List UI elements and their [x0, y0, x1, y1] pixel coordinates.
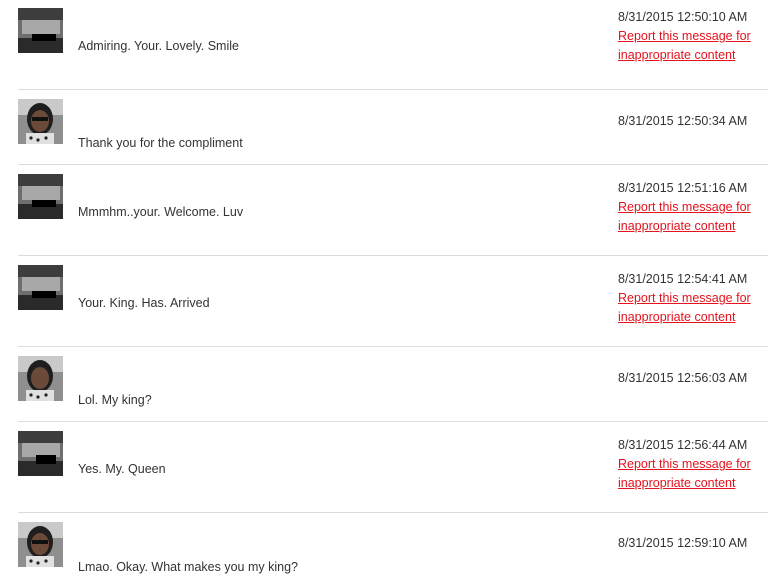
message-text: Mmmhm..your. Welcome. Luv: [78, 205, 244, 219]
message-item: Admiring. Your. Lovely. Smile 8/31/2015 …: [18, 8, 768, 90]
avatar-woman-with-glasses-photo[interactable]: [18, 356, 63, 401]
message-timestamp: 8/31/2015 12:50:10 AM: [618, 10, 748, 24]
report-message-link[interactable]: Report this message for inappropriate co…: [618, 27, 768, 65]
avatar-woman-with-glasses-photo[interactable]: [18, 99, 63, 144]
avatar-woman-with-glasses-photo[interactable]: [18, 522, 63, 567]
message-timestamp: 8/31/2015 12:51:16 AM: [618, 181, 748, 195]
report-message-link[interactable]: Report this message for inappropriate co…: [618, 455, 768, 493]
message-text: Thank you for the compliment: [78, 136, 243, 150]
car-interior-photo-icon: [18, 8, 63, 53]
message-timestamp: 8/31/2015 12:56:44 AM: [618, 438, 748, 452]
message-text: Yes. My. Queen: [78, 462, 166, 476]
message-timestamp: 8/31/2015 12:50:34 AM: [618, 114, 748, 128]
message-text: Lmao. Okay. What makes you my king?: [78, 560, 298, 574]
message-text: Lol. My king?: [78, 393, 152, 407]
message-meta: 8/31/2015 12:50:10 AM Report this messag…: [618, 8, 768, 65]
message-item: Lmao. Okay. What makes you my king? 8/31…: [18, 522, 768, 582]
message-item: Mmmhm..your. Welcome. Luv 8/31/2015 12:5…: [18, 174, 768, 256]
message-timestamp: 8/31/2015 12:59:10 AM: [618, 536, 748, 550]
message-meta: 8/31/2015 12:56:44 AM Report this messag…: [618, 436, 768, 493]
message-text: Admiring. Your. Lovely. Smile: [78, 39, 239, 53]
message-text: Your. King. Has. Arrived: [78, 296, 210, 310]
message-timestamp: 8/31/2015 12:54:41 AM: [618, 272, 748, 286]
avatar-car-interior-photo[interactable]: [18, 8, 63, 53]
message-item: Your. King. Has. Arrived 8/31/2015 12:54…: [18, 265, 768, 347]
message-item: Thank you for the compliment 8/31/2015 1…: [18, 99, 768, 165]
message-timestamp: 8/31/2015 12:56:03 AM: [618, 371, 748, 385]
message-item: Lol. My king? 8/31/2015 12:56:03 AM: [18, 356, 768, 422]
report-message-link[interactable]: Report this message for inappropriate co…: [618, 289, 768, 327]
car-interior-photo-icon: [18, 431, 63, 476]
car-interior-photo-icon: [18, 265, 63, 310]
woman-with-glasses-photo-icon: [18, 522, 63, 567]
message-thread: Admiring. Your. Lovely. Smile 8/31/2015 …: [0, 0, 778, 582]
report-message-link[interactable]: Report this message for inappropriate co…: [618, 198, 768, 236]
message-meta: 8/31/2015 12:51:16 AM Report this messag…: [618, 179, 768, 236]
woman-with-glasses-photo-icon: [18, 356, 63, 401]
woman-with-glasses-photo-icon: [18, 99, 63, 144]
car-interior-photo-icon: [18, 174, 63, 219]
message-meta: 8/31/2015 12:54:41 AM Report this messag…: [618, 270, 768, 327]
message-meta: 8/31/2015 12:59:10 AM: [618, 534, 768, 553]
avatar-car-interior-photo[interactable]: [18, 174, 63, 219]
avatar-car-interior-photo[interactable]: [18, 265, 63, 310]
message-meta: 8/31/2015 12:50:34 AM: [618, 112, 768, 131]
avatar-car-interior-photo[interactable]: [18, 431, 63, 476]
message-meta: 8/31/2015 12:56:03 AM: [618, 369, 768, 388]
message-item: Yes. My. Queen 8/31/2015 12:56:44 AM Rep…: [18, 431, 768, 513]
